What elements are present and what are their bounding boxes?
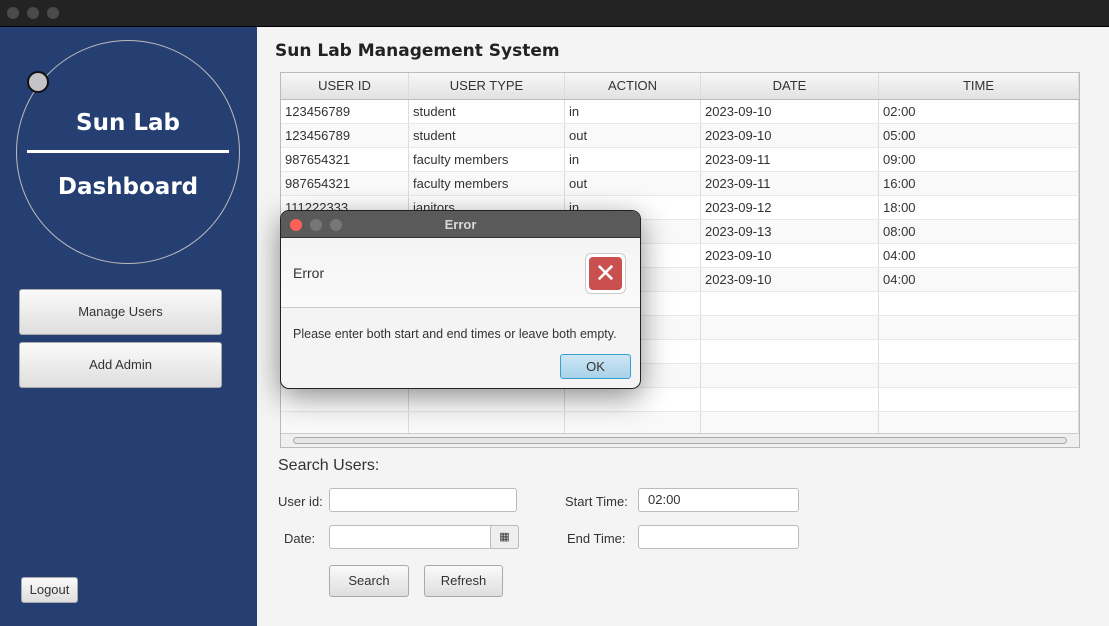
table-cell: 09:00 xyxy=(879,148,1079,171)
table-row[interactable]: 987654321 faculty members in 2023-09-11 09:0… xyxy=(281,148,1079,172)
logo-title-line1: Sun Lab xyxy=(76,110,180,136)
scrollbar-thumb[interactable] xyxy=(293,437,1067,444)
dialog-header: Error ✕ xyxy=(281,238,640,308)
table-row[interactable]: 123456789 student in 2023-09-10 02:00 xyxy=(281,100,1079,124)
end-time-label: End Time: xyxy=(567,531,626,546)
date-label: Date: xyxy=(284,531,316,546)
table-cell: student xyxy=(409,124,565,147)
column-header[interactable]: USER ID xyxy=(281,73,409,99)
table-cell: 02:00 xyxy=(879,100,1079,123)
column-header[interactable]: USER TYPE xyxy=(409,73,565,99)
table-cell: 04:00 xyxy=(879,244,1079,267)
start-time-input[interactable]: 02:00 xyxy=(638,488,799,512)
dialog-minimize-button xyxy=(310,219,322,231)
user-id-input[interactable] xyxy=(329,488,517,512)
table-cell xyxy=(701,340,879,363)
logo-divider xyxy=(27,150,229,153)
table-row[interactable]: 123456789 student out 2023-09-10 05:00 xyxy=(281,124,1079,148)
table-cell xyxy=(565,412,701,435)
table-cell xyxy=(701,412,879,435)
table-cell xyxy=(409,388,565,411)
search-heading: Search Users: xyxy=(278,457,380,474)
manage-users-button[interactable]: Manage Users xyxy=(19,289,222,335)
table-cell: 987654321 xyxy=(281,148,409,171)
table-cell: in xyxy=(565,148,701,171)
table-cell: 2023-09-13 xyxy=(701,220,879,243)
table-cell xyxy=(701,364,879,387)
error-dialog: Error Error ✕ Please enter both start an… xyxy=(280,210,641,389)
table-cell: 2023-09-11 xyxy=(701,172,879,195)
error-icon: ✕ xyxy=(585,253,626,294)
start-time-label: Start Time: xyxy=(565,494,628,509)
table-cell xyxy=(701,292,879,315)
page-title: Sun Lab Management System xyxy=(275,41,560,61)
table-cell: faculty members xyxy=(409,172,565,195)
table-cell: 2023-09-10 xyxy=(701,100,879,123)
table-cell: 04:00 xyxy=(879,268,1079,291)
table-cell: 2023-09-11 xyxy=(701,148,879,171)
dialog-message: Please enter both start and end times or… xyxy=(293,327,617,341)
table-cell: 2023-09-12 xyxy=(701,196,879,219)
table-cell xyxy=(701,316,879,339)
dialog-titlebar: Error xyxy=(281,211,640,238)
table-cell xyxy=(879,316,1079,339)
table-cell: in xyxy=(565,100,701,123)
window-titlebar xyxy=(0,0,1109,27)
table-cell xyxy=(879,292,1079,315)
logo-title-line2: Dashboard xyxy=(57,174,199,200)
dialog-maximize-button xyxy=(330,219,342,231)
table-cell: 123456789 xyxy=(281,100,409,123)
close-window-button[interactable] xyxy=(7,7,19,19)
column-header[interactable]: DATE xyxy=(701,73,879,99)
table-cell: 2023-09-10 xyxy=(701,268,879,291)
table-cell xyxy=(879,364,1079,387)
table-cell: 2023-09-10 xyxy=(701,244,879,267)
table-row[interactable] xyxy=(281,388,1079,412)
search-button[interactable]: Search xyxy=(329,565,409,597)
ok-button[interactable]: OK xyxy=(560,354,631,379)
table-header: USER ID USER TYPE ACTION DATE TIME xyxy=(281,73,1079,100)
refresh-button[interactable]: Refresh xyxy=(424,565,503,597)
table-cell: 05:00 xyxy=(879,124,1079,147)
horizontal-scrollbar[interactable] xyxy=(281,433,1079,447)
user-id-label: User id: xyxy=(278,494,323,509)
table-cell xyxy=(281,388,409,411)
table-row[interactable]: 987654321 faculty members out 2023-09-11 16:… xyxy=(281,172,1079,196)
dialog-header-text: Error xyxy=(293,265,325,281)
minimize-window-button[interactable] xyxy=(27,7,39,19)
table-cell: out xyxy=(565,172,701,195)
table-cell: 987654321 xyxy=(281,172,409,195)
table-cell: 123456789 xyxy=(281,124,409,147)
sidebar: Sun Lab Dashboard Manage Users Add Admin… xyxy=(0,27,257,626)
table-cell: 08:00 xyxy=(879,220,1079,243)
table-cell xyxy=(879,388,1079,411)
dialog-title: Error xyxy=(444,217,477,232)
end-time-input[interactable] xyxy=(638,525,799,549)
table-cell xyxy=(281,412,409,435)
orbit-dot-icon xyxy=(27,71,49,93)
table-cell: 18:00 xyxy=(879,196,1079,219)
column-header[interactable]: TIME xyxy=(879,73,1079,99)
table-cell xyxy=(701,388,879,411)
table-cell xyxy=(565,388,701,411)
table-cell: faculty members xyxy=(409,148,565,171)
add-admin-button[interactable]: Add Admin xyxy=(19,342,222,388)
table-cell xyxy=(879,340,1079,363)
table-cell: student xyxy=(409,100,565,123)
maximize-window-button[interactable] xyxy=(47,7,59,19)
table-cell xyxy=(409,412,565,435)
calendar-icon[interactable]: ▦ xyxy=(490,525,519,549)
logout-button[interactable]: Logout xyxy=(21,577,78,603)
dialog-close-button[interactable] xyxy=(290,219,302,231)
table-cell: 16:00 xyxy=(879,172,1079,195)
column-header[interactable]: ACTION xyxy=(565,73,701,99)
table-cell: out xyxy=(565,124,701,147)
table-cell xyxy=(879,412,1079,435)
table-cell: 2023-09-10 xyxy=(701,124,879,147)
